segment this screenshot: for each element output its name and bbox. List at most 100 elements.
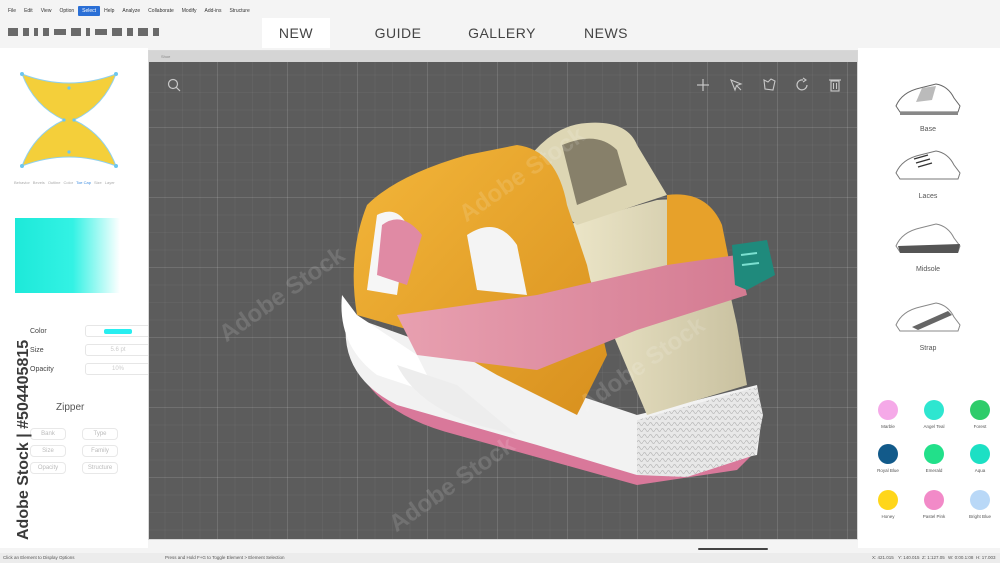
3d-viewport[interactable]: Shoe Adobe Stock Adobe Stock xyxy=(148,50,858,540)
material-swatch xyxy=(924,490,944,510)
tool-pill-icon[interactable] xyxy=(54,29,66,35)
material-label: Bright Blue xyxy=(968,514,991,519)
menu-item-structure[interactable]: Structure xyxy=(225,6,253,16)
part-strap[interactable]: Strap xyxy=(888,297,968,352)
menu-item-file[interactable]: File xyxy=(4,6,20,16)
shape-tab-toe-cap[interactable]: Toe Cap xyxy=(76,180,91,185)
nav-tabs: NEW GUIDE GALLERY NEWS xyxy=(262,18,674,48)
add-icon[interactable] xyxy=(696,78,710,92)
trash-icon[interactable] xyxy=(828,77,842,92)
tab-gallery[interactable]: GALLERY xyxy=(466,18,538,48)
tool-line-icon[interactable] xyxy=(34,28,38,36)
tab-news[interactable]: NEWS xyxy=(572,18,640,48)
shape-tabs: Behavior Bevels Outline Color Toe Cap Size Lay… xyxy=(14,180,115,185)
menu-item-collaborate[interactable]: Collaborate xyxy=(144,6,178,16)
status-w: W: 0:00.1:08 xyxy=(948,555,974,560)
material-swatch xyxy=(924,444,944,464)
material-forest[interactable]: Forest xyxy=(960,400,1000,429)
shape-tab-size[interactable]: Size xyxy=(94,180,102,185)
menu-item-analyze[interactable]: Analyze xyxy=(118,6,144,16)
material-label: Angel Teal xyxy=(923,424,945,429)
material-honey[interactable]: Honey xyxy=(868,490,908,519)
menu-item-add-ins[interactable]: Add-ins xyxy=(200,6,225,16)
app-window: File Edit View Option Select Help Analyze Colla… xyxy=(0,0,1000,563)
part-strap-label: Strap xyxy=(919,345,937,352)
zipper-title: Zipper xyxy=(56,402,85,413)
material-label: Royal Blue xyxy=(877,468,899,473)
tool-flag-icon[interactable] xyxy=(71,28,81,36)
material-swatch xyxy=(878,490,898,510)
tool-step-icon[interactable] xyxy=(138,28,148,36)
material-swatch xyxy=(970,490,990,510)
prop-size-field[interactable]: 5.6 pt xyxy=(85,344,151,356)
status-hint: Click an Element to Display Options xyxy=(3,555,75,560)
status-bar: Click an Element to Display Options Pres… xyxy=(0,553,1000,563)
material-royal-blue[interactable]: Royal Blue xyxy=(868,444,908,473)
stock-watermark-text: Adobe Stock | #504405815 xyxy=(15,339,32,540)
prop-opacity-field[interactable]: 10% xyxy=(85,363,151,375)
viewport-title: Shoe xyxy=(161,54,171,59)
sneaker-strap-icon xyxy=(895,302,961,332)
tool-notch-icon[interactable] xyxy=(127,28,133,36)
zipper-type-button[interactable]: Type xyxy=(82,428,118,440)
tab-new[interactable]: NEW xyxy=(262,18,330,48)
menu-item-modify[interactable]: Modify xyxy=(178,6,201,16)
material-swatch xyxy=(924,400,944,420)
viewport-title-bar: Shoe xyxy=(149,51,857,62)
material-emerald[interactable]: Emerald xyxy=(914,444,954,473)
prop-color-row: Color xyxy=(30,325,151,337)
zipper-family-button[interactable]: Family xyxy=(82,445,118,457)
shape-tab-bevels[interactable]: Bevels xyxy=(33,180,45,185)
sneaker-laces-icon xyxy=(895,150,961,180)
material-pastel-pink[interactable]: Pastel Pink xyxy=(914,490,954,519)
material-swatch xyxy=(878,444,898,464)
menu-item-help[interactable]: Help xyxy=(100,6,118,16)
material-bright-blue[interactable]: Bright Blue xyxy=(960,490,1000,519)
tool-block-icon[interactable] xyxy=(153,28,159,36)
scroll-indicator[interactable] xyxy=(698,548,768,550)
zipper-structure-button[interactable]: Structure xyxy=(82,462,118,474)
sneaker-base-icon xyxy=(895,83,961,115)
shape-tab-behavior[interactable]: Behavior xyxy=(14,180,30,185)
material-label: Aqua xyxy=(974,468,986,473)
material-swatch xyxy=(970,444,990,464)
prop-color-field[interactable] xyxy=(85,325,151,337)
zipper-opacity-button[interactable]: Opacity xyxy=(30,462,66,474)
prop-color-label: Color xyxy=(30,327,47,335)
shape-tab-outline[interactable]: Outline xyxy=(48,180,61,185)
part-base[interactable]: Base xyxy=(888,78,968,133)
part-midsole[interactable]: Midsole xyxy=(888,218,968,273)
material-marble[interactable]: Marble xyxy=(868,400,908,429)
stock-watermark-vertical: Adobe Stock | #504405815 xyxy=(12,295,34,540)
pointer-icon[interactable] xyxy=(729,78,743,92)
part-laces-label: Laces xyxy=(918,193,938,200)
menu-item-view[interactable]: View xyxy=(37,6,56,16)
tab-guide[interactable]: GUIDE xyxy=(364,18,432,48)
part-base-label: Base xyxy=(920,126,936,133)
prop-size-row: Size 5.6 pt xyxy=(30,344,151,356)
shape-tab-layer[interactable]: Layer xyxy=(105,180,115,185)
tool-triangle-icon[interactable] xyxy=(112,28,122,36)
tool-rect-icon[interactable] xyxy=(8,28,18,36)
menu-item-select[interactable]: Select xyxy=(78,6,101,16)
sneaker-3d-model[interactable] xyxy=(337,115,777,490)
menu-item-edit[interactable]: Edit xyxy=(20,6,37,16)
tool-bar-icon[interactable] xyxy=(23,28,29,36)
rotate-icon[interactable] xyxy=(795,77,810,92)
part-laces[interactable]: Laces xyxy=(888,145,968,200)
material-aqua[interactable]: Aqua xyxy=(960,444,1000,473)
search-icon[interactable] xyxy=(167,78,181,92)
tool-column-icon[interactable] xyxy=(43,28,49,36)
zipper-size-button[interactable]: Size xyxy=(30,445,66,457)
zipper-bank-button[interactable]: Bank xyxy=(30,428,66,440)
shape-icon[interactable] xyxy=(762,77,777,92)
tool-dash-icon[interactable] xyxy=(95,29,107,35)
material-angel-teal[interactable]: Angel Teal xyxy=(914,400,954,429)
stock-watermark: Adobe Stock xyxy=(214,241,350,348)
menu-item-option[interactable]: Option xyxy=(55,6,78,16)
shape-preview[interactable] xyxy=(18,70,120,170)
sneaker-midsole-icon xyxy=(895,223,961,253)
tool-divider-icon[interactable] xyxy=(86,28,90,36)
shape-tab-color[interactable]: Color xyxy=(64,180,74,185)
color-gradient-picker[interactable] xyxy=(15,218,120,293)
